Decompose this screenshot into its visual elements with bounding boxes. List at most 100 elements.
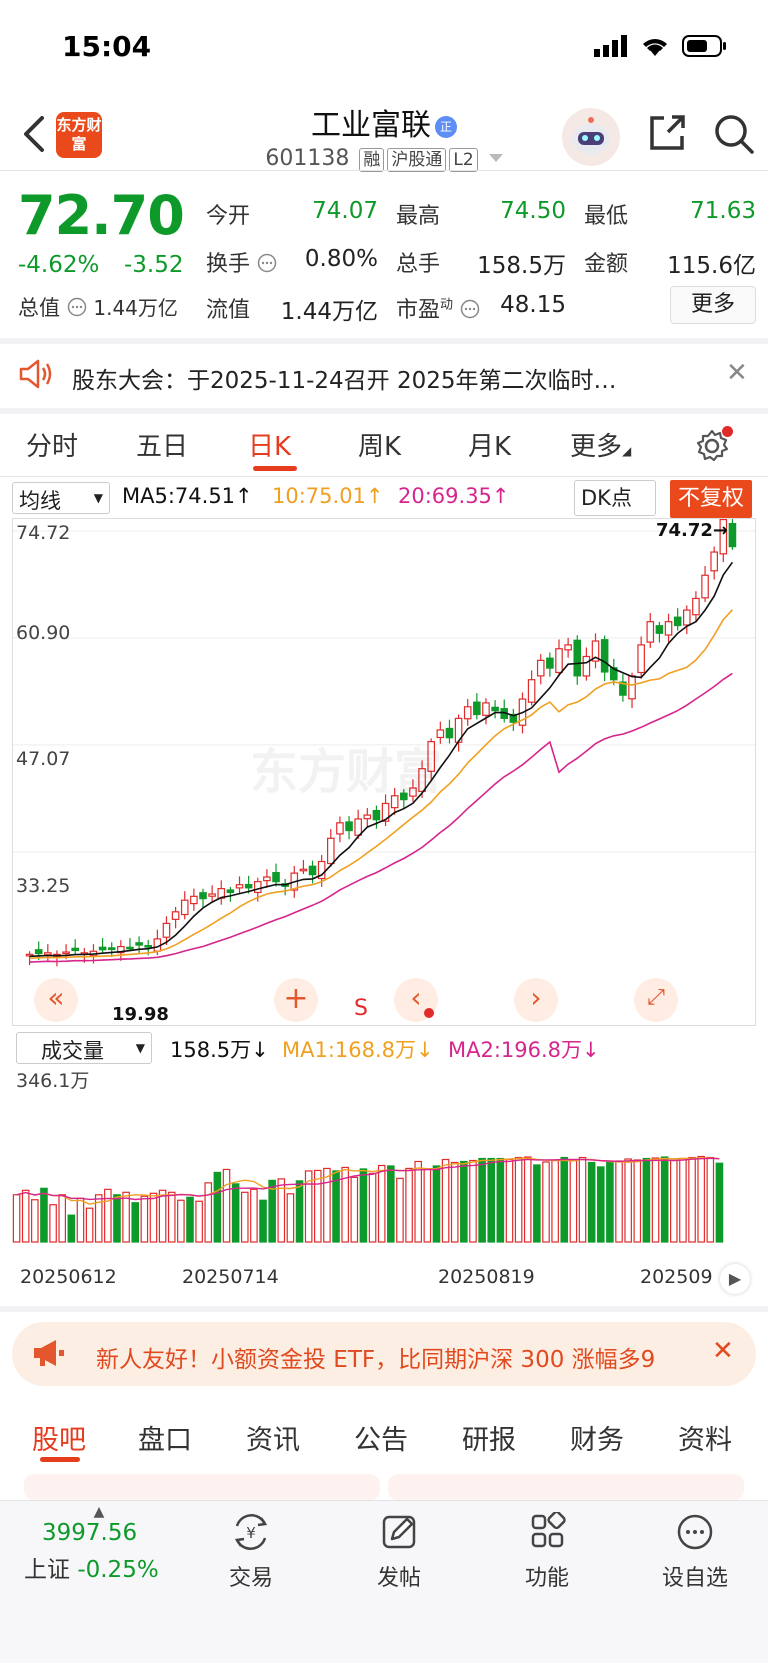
header-divider bbox=[0, 170, 768, 171]
share-button[interactable] bbox=[646, 112, 688, 154]
stock-name: 工业富联 bbox=[311, 108, 431, 143]
volume-bar bbox=[158, 1189, 167, 1243]
volume-bar bbox=[240, 1191, 249, 1243]
volume-chart-frame[interactable] bbox=[12, 1062, 756, 1258]
promo-text[interactable]: 新人友好！小额资金投 ETF，比同期沪深 300 涨幅多9 bbox=[96, 1340, 700, 1374]
tab-weekly-k[interactable]: 周K bbox=[358, 426, 401, 463]
volume-bar bbox=[387, 1165, 395, 1243]
more-circle-icon bbox=[677, 1514, 713, 1550]
trade-icon: ¥ bbox=[234, 1514, 268, 1550]
volume-bar bbox=[423, 1168, 432, 1243]
no-adjust-button[interactable]: 不复权 bbox=[670, 480, 752, 518]
volume-bar bbox=[651, 1157, 660, 1243]
tab-forum[interactable]: 股吧 bbox=[32, 1418, 86, 1457]
candle bbox=[463, 706, 472, 720]
volume-bar bbox=[149, 1192, 158, 1243]
volume-bar bbox=[396, 1177, 404, 1243]
assistant-avatar[interactable] bbox=[562, 108, 620, 166]
tab-news[interactable]: 资讯 bbox=[246, 1418, 300, 1457]
candle bbox=[673, 616, 682, 627]
tab-profile[interactable]: 资料 bbox=[678, 1418, 732, 1457]
candle bbox=[582, 655, 591, 677]
tab-announcements[interactable]: 公告 bbox=[354, 1418, 408, 1457]
candle bbox=[107, 947, 116, 950]
tab-financials[interactable]: 财务 bbox=[570, 1418, 624, 1457]
y-tick-label: 74.72 bbox=[16, 522, 71, 544]
volume-bar bbox=[505, 1158, 514, 1243]
market-cap: 总值 1.44万亿 bbox=[18, 292, 178, 322]
search-icon bbox=[715, 115, 754, 154]
volume-current: 158.5万↓ bbox=[170, 1038, 269, 1062]
index-ticker[interactable]: ▲ 3997.56 上证 -0.25% bbox=[24, 1504, 174, 1584]
candle bbox=[527, 679, 536, 703]
stock-code: 601138 bbox=[265, 146, 350, 171]
more-info-icon[interactable] bbox=[460, 299, 480, 319]
tab-five-day[interactable]: 五日 bbox=[136, 426, 188, 463]
volume-bar bbox=[186, 1196, 194, 1243]
status-icons bbox=[594, 34, 728, 58]
tab-daily-k[interactable]: 日K bbox=[248, 426, 291, 463]
candle bbox=[44, 952, 52, 956]
volume-bar bbox=[432, 1165, 441, 1243]
tab-more[interactable]: 更多◢ bbox=[570, 426, 631, 463]
notification-dot bbox=[722, 426, 733, 437]
tab-order-book[interactable]: 盘口 bbox=[138, 1418, 192, 1457]
wifi-icon bbox=[643, 39, 667, 56]
change-percent: -4.62% bbox=[18, 252, 100, 278]
volume-bar bbox=[615, 1160, 623, 1243]
volume-bar bbox=[31, 1199, 39, 1243]
ma-selector[interactable]: 均线 ▼ bbox=[12, 482, 110, 514]
notice-text[interactable]: 股东大会：于2025-11-24召开 2025年第二次临时… bbox=[72, 361, 672, 395]
candle bbox=[253, 881, 262, 894]
candle bbox=[272, 872, 280, 883]
volume-y-tick: 346.1万 bbox=[16, 1070, 90, 1092]
ma5-value: MA5:74.51↑ bbox=[122, 484, 253, 508]
nav-add-watchlist[interactable]: 设自选 bbox=[640, 1512, 750, 1592]
more-quote-button[interactable]: 更多 bbox=[670, 286, 756, 324]
candle bbox=[98, 946, 107, 951]
fullscreen-button[interactable]: ⤢ bbox=[634, 978, 678, 1022]
x-date-label: 202509 bbox=[640, 1266, 713, 1288]
pe-value: 48.15 bbox=[500, 292, 566, 318]
volume-selector[interactable]: 成交量 ▼ bbox=[16, 1032, 152, 1064]
tab-research[interactable]: 研报 bbox=[462, 1418, 516, 1457]
more-info-icon[interactable] bbox=[67, 297, 87, 317]
nav-functions[interactable]: 功能 bbox=[492, 1510, 602, 1592]
zoom-in-button[interactable]: + bbox=[274, 978, 318, 1022]
candle bbox=[226, 889, 235, 894]
more-info-icon[interactable] bbox=[257, 253, 277, 273]
candle bbox=[62, 951, 70, 955]
volume-label: 总手 bbox=[396, 252, 441, 277]
market-cap-value: 1.44万亿 bbox=[93, 296, 178, 320]
dk-point-toggle[interactable]: DK点 bbox=[574, 480, 656, 516]
volume-bar bbox=[195, 1200, 203, 1243]
nav-trade[interactable]: ¥ 交易 bbox=[196, 1512, 306, 1592]
settings-button[interactable] bbox=[694, 426, 733, 468]
volume-bar bbox=[660, 1156, 669, 1243]
next-button[interactable]: › bbox=[514, 978, 558, 1022]
candle bbox=[180, 899, 189, 916]
volume-bar bbox=[514, 1156, 523, 1243]
volume-bar bbox=[633, 1159, 642, 1243]
candle bbox=[244, 883, 253, 889]
tab-monthly-k[interactable]: 月K bbox=[468, 426, 511, 463]
caret-down-icon[interactable] bbox=[488, 154, 503, 164]
candle bbox=[71, 947, 80, 952]
speaker-icon bbox=[18, 358, 54, 394]
x-date-label: 20250819 bbox=[438, 1266, 535, 1288]
volume-bar bbox=[58, 1194, 67, 1243]
scroll-right-button[interactable]: ▶ bbox=[720, 1264, 750, 1294]
hk-connect-tag: 沪股通 bbox=[387, 148, 447, 172]
volume-bar bbox=[314, 1169, 322, 1243]
tab-intraday[interactable]: 分时 bbox=[26, 426, 78, 463]
prev-button[interactable]: ‹ bbox=[394, 978, 438, 1022]
volume-bar bbox=[40, 1187, 48, 1243]
nav-post[interactable]: 发帖 bbox=[344, 1512, 454, 1592]
close-icon[interactable]: ✕ bbox=[712, 1336, 734, 1366]
close-icon[interactable]: ✕ bbox=[726, 358, 748, 388]
volume-bar bbox=[377, 1164, 386, 1243]
search-button[interactable] bbox=[712, 112, 756, 156]
volume-chart[interactable] bbox=[12, 1062, 756, 1258]
volume-bar bbox=[606, 1160, 614, 1243]
scroll-to-start-button[interactable]: « bbox=[34, 978, 78, 1022]
